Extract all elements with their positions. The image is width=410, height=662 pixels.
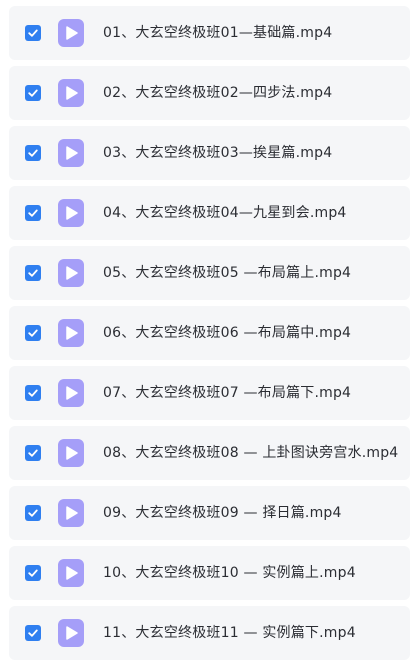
video-file-icon [58, 499, 84, 527]
checkbox-checked[interactable] [25, 85, 41, 101]
check-icon [28, 449, 38, 457]
video-file-icon [58, 139, 84, 167]
video-file-icon [58, 199, 84, 227]
file-name: 10、大玄空终极班10 — 实例篇上.mp4 [103, 565, 356, 581]
file-name: 07、大玄空终极班07 —布局篇下.mp4 [103, 385, 352, 401]
check-icon [28, 389, 38, 397]
check-icon [28, 569, 38, 577]
file-name: 09、大玄空终极班09 — 择日篇.mp4 [103, 505, 342, 521]
play-icon [66, 206, 78, 220]
video-file-icon [58, 19, 84, 47]
play-icon [66, 26, 78, 40]
play-icon [66, 266, 78, 280]
checkbox-checked[interactable] [25, 145, 41, 161]
video-file-icon [58, 259, 84, 287]
play-icon [66, 566, 78, 580]
file-name: 02、大玄空终极班02—四步法.mp4 [103, 85, 333, 101]
checkbox-checked[interactable] [25, 505, 41, 521]
file-name: 04、大玄空终极班04—九星到会.mp4 [103, 205, 347, 221]
file-row[interactable]: 06、大玄空终极班06 —布局篇中.mp4 [9, 306, 410, 360]
play-icon [66, 146, 78, 160]
file-row[interactable]: 07、大玄空终极班07 —布局篇下.mp4 [9, 366, 410, 420]
checkbox-checked[interactable] [25, 325, 41, 341]
play-icon [66, 86, 78, 100]
checkbox-checked[interactable] [25, 205, 41, 221]
play-icon [66, 506, 78, 520]
video-file-icon [58, 319, 84, 347]
check-icon [28, 209, 38, 217]
checkbox-checked[interactable] [25, 25, 41, 41]
play-icon [66, 446, 78, 460]
check-icon [28, 149, 38, 157]
checkbox-checked[interactable] [25, 265, 41, 281]
checkbox-checked[interactable] [25, 385, 41, 401]
video-file-icon [58, 379, 84, 407]
play-icon [66, 626, 78, 640]
file-name: 05、大玄空终极班05 —布局篇上.mp4 [103, 265, 352, 281]
check-icon [28, 89, 38, 97]
file-name: 03、大玄空终极班03—挨星篇.mp4 [103, 145, 333, 161]
video-file-icon [58, 559, 84, 587]
file-row[interactable]: 10、大玄空终极班10 — 实例篇上.mp4 [9, 546, 410, 600]
file-row[interactable]: 08、大玄空终极班08 — 上卦图诀旁宫水.mp4 [9, 426, 410, 480]
check-icon [28, 629, 38, 637]
checkbox-checked[interactable] [25, 445, 41, 461]
file-list: 01、大玄空终极班01—基础篇.mp4 02、大玄空终极班02—四步法.mp4 … [0, 0, 410, 662]
file-row[interactable]: 05、大玄空终极班05 —布局篇上.mp4 [9, 246, 410, 300]
file-name: 01、大玄空终极班01—基础篇.mp4 [103, 25, 333, 41]
play-icon [66, 326, 78, 340]
file-row[interactable]: 02、大玄空终极班02—四步法.mp4 [9, 66, 410, 120]
file-name: 11、大玄空终极班11 — 实例篇下.mp4 [103, 625, 356, 641]
file-row[interactable]: 03、大玄空终极班03—挨星篇.mp4 [9, 126, 410, 180]
video-file-icon [58, 619, 84, 647]
check-icon [28, 509, 38, 517]
checkbox-checked[interactable] [25, 565, 41, 581]
file-name: 08、大玄空终极班08 — 上卦图诀旁宫水.mp4 [103, 445, 399, 461]
file-row[interactable]: 11、大玄空终极班11 — 实例篇下.mp4 [9, 606, 410, 660]
video-file-icon [58, 439, 84, 467]
play-icon [66, 386, 78, 400]
check-icon [28, 269, 38, 277]
checkbox-checked[interactable] [25, 625, 41, 641]
check-icon [28, 329, 38, 337]
check-icon [28, 29, 38, 37]
file-row[interactable]: 09、大玄空终极班09 — 择日篇.mp4 [9, 486, 410, 540]
file-row[interactable]: 04、大玄空终极班04—九星到会.mp4 [9, 186, 410, 240]
video-file-icon [58, 79, 84, 107]
file-name: 06、大玄空终极班06 —布局篇中.mp4 [103, 325, 352, 341]
file-row[interactable]: 01、大玄空终极班01—基础篇.mp4 [9, 6, 410, 60]
